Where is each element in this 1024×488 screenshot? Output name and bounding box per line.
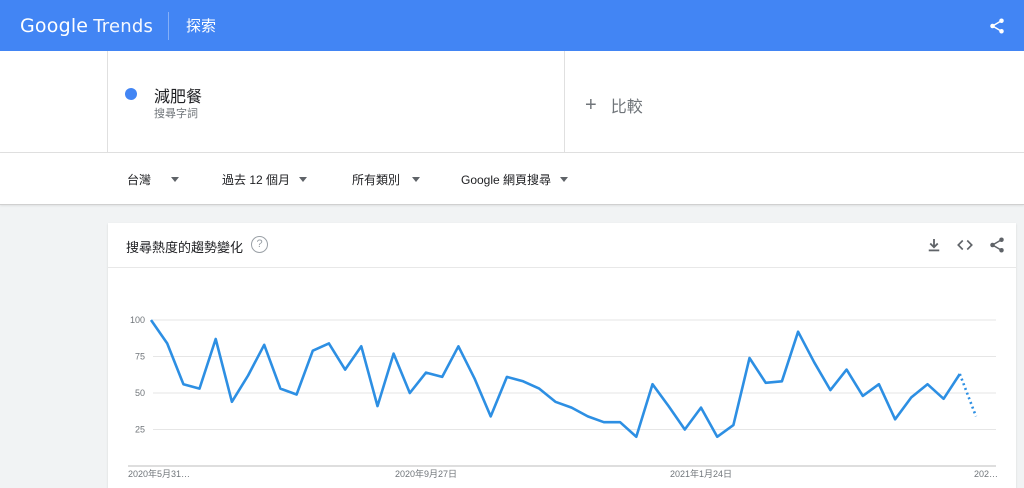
google-trends-logo[interactable]: Google Trends xyxy=(20,15,153,37)
y-tick-label: 50 xyxy=(135,388,145,398)
share-icon[interactable] xyxy=(988,17,1006,35)
search-terms-panel: 減肥餐 搜尋字詞 + 比較 xyxy=(0,51,1024,153)
term-color-dot xyxy=(125,88,137,100)
filter-time-label: 過去 12 個月 xyxy=(222,173,291,187)
logo-google-text: Google xyxy=(20,14,89,37)
y-tick-label: 75 xyxy=(135,352,145,362)
help-icon[interactable]: ? xyxy=(251,236,268,253)
trend-series-line xyxy=(149,319,961,439)
caret-down-icon xyxy=(412,177,421,182)
card-title: 搜尋熱度的趨勢變化 xyxy=(126,240,244,255)
trend-line-chart: 25 50 75 100 2020年5月31… 2020年9月27日 2021年1月24日 2… xyxy=(128,315,998,479)
logo-trends-text: Trends xyxy=(93,15,154,37)
search-term-type: 搜尋字詞 xyxy=(154,108,198,120)
filter-region-label: 台灣 xyxy=(127,173,152,187)
filter-region[interactable]: 台灣 xyxy=(127,171,180,188)
search-term-name: 減肥餐 xyxy=(154,89,203,106)
header-divider xyxy=(168,11,170,40)
explore-title: 探索 xyxy=(186,18,217,35)
x-tick-label: 2021年1月24日 xyxy=(670,468,732,479)
caret-down-icon xyxy=(171,177,180,182)
x-tick-label: 202… xyxy=(974,469,998,479)
compare-label: 比較 xyxy=(610,99,643,116)
trend-series-partial-line xyxy=(958,373,978,417)
plus-icon: + xyxy=(585,94,597,116)
embed-icon[interactable] xyxy=(956,236,974,254)
filter-time-range[interactable]: 過去 12 個月 xyxy=(222,171,308,188)
interest-over-time-card: 搜尋熱度的趨勢變化 ? 25 50 75 100 2020年5月31… 2020年9月27… xyxy=(108,223,1016,488)
card-header: 搜尋熱度的趨勢變化 ? xyxy=(108,223,1016,268)
y-tick-label: 100 xyxy=(130,315,145,325)
download-icon[interactable] xyxy=(925,236,943,254)
x-tick-label: 2020年5月31… xyxy=(128,468,190,479)
filter-category-label: 所有類別 xyxy=(352,173,401,187)
search-term-card[interactable]: 減肥餐 搜尋字詞 xyxy=(107,51,565,153)
share-icon[interactable] xyxy=(988,236,1006,254)
filter-search-type[interactable]: Google 網頁搜尋 xyxy=(461,171,569,188)
filter-category[interactable]: 所有類別 xyxy=(352,171,421,188)
compare-button[interactable]: + 比較 xyxy=(585,93,643,117)
x-tick-label: 2020年9月27日 xyxy=(395,468,457,479)
top-bar: Google Trends 探索 xyxy=(0,0,1024,51)
filter-search-type-label: Google 網頁搜尋 xyxy=(461,173,552,187)
caret-down-icon xyxy=(299,177,308,182)
filter-bar: 台灣 過去 12 個月 所有類別 Google 網頁搜尋 xyxy=(0,153,1024,205)
caret-down-icon xyxy=(560,177,569,182)
y-tick-label: 25 xyxy=(135,425,145,435)
